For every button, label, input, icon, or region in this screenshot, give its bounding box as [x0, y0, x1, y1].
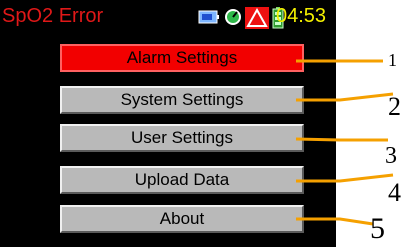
- callout-lines: [295, 59, 394, 226]
- callout-line-4: [296, 173, 394, 183]
- callout-number-3: 3: [385, 143, 397, 169]
- callout-line-2: [296, 92, 394, 102]
- callout-number-1: 1: [388, 50, 397, 70]
- callout-number-5: 5: [370, 212, 385, 245]
- callout-line-5: [296, 217, 374, 226]
- callout-number-2: 2: [388, 92, 401, 121]
- callout-number-4: 4: [388, 178, 401, 207]
- callout-line-3: [295, 137, 388, 142]
